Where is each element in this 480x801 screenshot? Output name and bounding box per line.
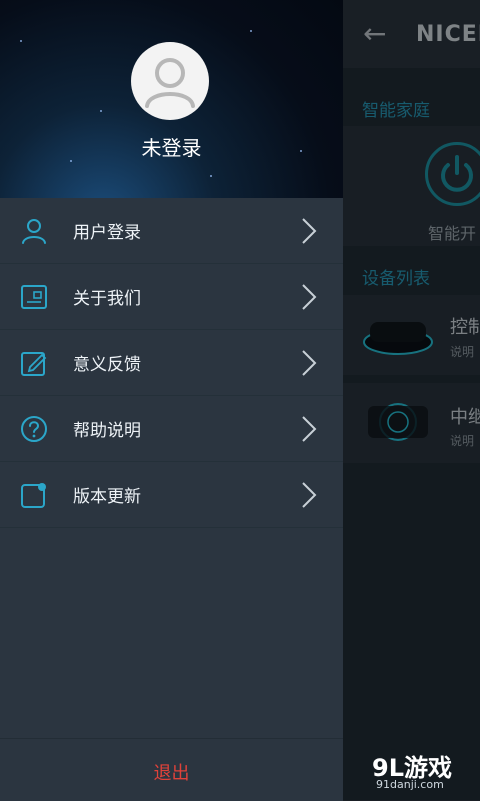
avatar[interactable] [131, 42, 209, 120]
drawer-menu: 用户登录 关于我们 意义反馈 帮助说明 版本更新 [0, 198, 343, 528]
navigation-drawer: 未登录 用户登录 关于我们 意义反馈 帮助说明 版本更新 退出 [0, 0, 343, 801]
about-icon [21, 285, 47, 309]
drawer-header: 未登录 [0, 0, 343, 198]
username: 未登录 [141, 136, 202, 160]
logout-button[interactable]: 退出 [0, 759, 343, 785]
menu-item-feedback[interactable]: 意义反馈 [0, 330, 343, 396]
chevron-right-icon [302, 416, 317, 442]
menu-item-about[interactable]: 关于我们 [0, 264, 343, 330]
user-avatar-icon [145, 58, 195, 108]
menu-item-login[interactable]: 用户登录 [0, 198, 343, 264]
chevron-right-icon [302, 284, 317, 310]
menu-label: 意义反馈 [73, 355, 141, 375]
menu-label: 帮助说明 [73, 421, 141, 441]
watermark-site: 91danji.com [376, 778, 444, 791]
menu-item-help[interactable]: 帮助说明 [0, 396, 343, 462]
chevron-right-icon [302, 482, 317, 508]
menu-label: 关于我们 [73, 289, 141, 309]
menu-item-update[interactable]: 版本更新 [0, 462, 343, 528]
menu-label: 版本更新 [73, 487, 141, 507]
menu-label: 用户登录 [73, 223, 141, 243]
user-icon [22, 219, 46, 244]
chevron-right-icon [302, 350, 317, 376]
help-icon [21, 416, 47, 442]
drawer-scrim[interactable] [343, 0, 480, 800]
logout-area: 退出 [0, 738, 343, 801]
watermark: 9L游戏 91danji.com [372, 748, 472, 796]
feedback-icon [21, 352, 47, 376]
chevron-right-icon [302, 218, 317, 244]
update-icon [21, 483, 46, 508]
